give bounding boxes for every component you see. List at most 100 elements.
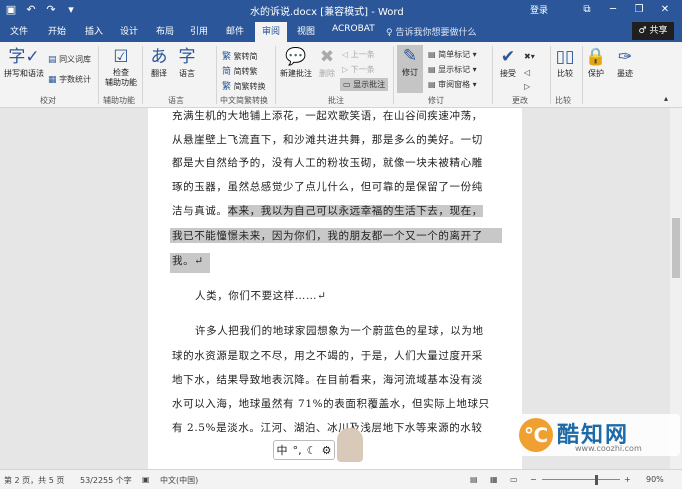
restore-icon[interactable]: ❐ xyxy=(626,0,652,20)
delete-comment-icon: ✖ xyxy=(319,47,335,67)
watermark: ℃ 酷知网 www.coozhi.com xyxy=(515,414,680,456)
tab-layout[interactable]: 布局 xyxy=(156,24,174,37)
ime-toolbar[interactable]: 中 °, ☾ ⚙ xyxy=(273,440,335,460)
protect-button[interactable]: 🔒 保护 xyxy=(585,46,607,79)
page-counter[interactable]: 第 2 页，共 5 页 xyxy=(4,475,64,486)
group-label-proofing: 校对 xyxy=(40,96,56,105)
tab-references[interactable]: 引用 xyxy=(190,24,208,37)
accept-icon: ✔ xyxy=(500,47,516,67)
web-layout-icon[interactable]: ▭ xyxy=(510,475,518,484)
collapse-ribbon-icon[interactable]: ▴ xyxy=(664,94,668,103)
document-page[interactable]: 充满生机的大地铺上添花，一起欢歌笑语，在山谷间疾速冲荡， 从悬崖壁上飞流直下，和… xyxy=(148,108,522,469)
moon-icon[interactable]: ☾ xyxy=(307,444,317,457)
minimize-icon[interactable]: ─ xyxy=(600,0,626,20)
group-label-tracking: 修订 xyxy=(428,96,444,105)
separator xyxy=(393,46,394,104)
tab-home[interactable]: 开始 xyxy=(48,24,66,37)
thesaurus-button[interactable]: ▤ 同义词库 xyxy=(48,54,91,65)
text-line: 从悬崖壁上飞流直下，和沙滩共进共舞，那是多么的美好。一切 xyxy=(172,134,483,146)
accessibility-icon: ☑ xyxy=(113,47,129,67)
separator xyxy=(275,46,276,104)
close-icon[interactable]: ✕ xyxy=(652,0,678,20)
traditional-icon: 简 xyxy=(222,67,232,77)
separator xyxy=(142,46,143,104)
tab-view[interactable]: 视图 xyxy=(297,24,315,37)
spelling-grammar-button[interactable]: 字✓ 拼写和语法 xyxy=(3,46,45,79)
next-comment-button[interactable]: ▷ 下一条 xyxy=(342,64,375,75)
tell-me-search[interactable]: ♀ 告诉我你想要做什么 xyxy=(386,25,476,38)
prev-comment-button[interactable]: ◁ 上一条 xyxy=(342,49,375,60)
customize-icon[interactable]: ▾ xyxy=(64,2,78,18)
show-comments-button[interactable]: ▭ 显示批注 xyxy=(340,78,389,91)
save-icon[interactable]: ▣ xyxy=(4,2,18,18)
thesaurus-icon: ▤ xyxy=(48,55,57,65)
review-pane-dropdown[interactable]: ▤ 审阅窗格 ▾ xyxy=(428,79,477,90)
proofing-status-icon[interactable]: ▣ xyxy=(142,475,150,484)
group-label-language: 语言 xyxy=(168,96,184,105)
zoom-out-icon[interactable]: − xyxy=(530,475,537,484)
tab-insert[interactable]: 插入 xyxy=(85,24,103,37)
read-mode-icon[interactable]: ▤ xyxy=(470,475,478,484)
group-label-changes: 更改 xyxy=(512,96,528,105)
zoom-level[interactable]: 90% xyxy=(646,475,664,484)
print-layout-icon[interactable]: ▦ xyxy=(490,475,498,484)
status-bar: 第 2 页，共 5 页 53/2255 个字 ▣ 中文(中国) ▤ ▦ ▭ − … xyxy=(0,469,682,489)
ime-punctuation-icon[interactable]: °, xyxy=(293,444,302,457)
gear-icon[interactable]: ⚙ xyxy=(322,444,332,457)
zoom-slider[interactable] xyxy=(542,479,620,480)
word-count-icon: ▦ xyxy=(48,75,57,85)
text-line: 我。↵ xyxy=(170,253,500,273)
text-line: 球的水资源是取之不尽，用之不竭的，于是，人们大量过度开采 xyxy=(172,350,483,362)
ribbon-display-icon[interactable]: ⧉ xyxy=(574,0,600,20)
word-count-button[interactable]: ▦ 字数统计 xyxy=(48,74,91,85)
ribbon-tabs: 文件 开始 插入 设计 布局 引用 邮件 审阅 视图 ACROBAT ♀ 告诉我… xyxy=(0,20,682,42)
tab-mailings[interactable]: 邮件 xyxy=(226,24,244,37)
quick-access-toolbar: ▣ ↶ ↷ ▾ xyxy=(4,2,78,18)
delete-comment-button[interactable]: ✖ 删除 xyxy=(316,46,338,79)
convert-button[interactable]: 繁 简繁转换 xyxy=(222,79,266,92)
group-label-accessibility: 辅助功能 xyxy=(103,96,135,105)
language-status[interactable]: 中文(中国) xyxy=(160,475,198,486)
redo-icon[interactable]: ↷ xyxy=(44,2,58,18)
text-line: 有 2.5%是淡水。江河、湖泊、冰川及浅层地下水等来源的水较 xyxy=(172,422,483,434)
watermark-url: www.coozhi.com xyxy=(575,444,642,453)
separator xyxy=(216,46,217,104)
track-changes-button[interactable]: ✎ 修订 xyxy=(397,45,423,93)
to-traditional-button[interactable]: 简 简转繁 xyxy=(222,64,258,77)
convert-icon: 繁 xyxy=(222,82,232,92)
ribbon-review: 字✓ 拼写和语法 ▤ 同义词库 ▦ 字数统计 校对 ☑ 检查 辅助功能 辅助功能… xyxy=(0,42,682,108)
show-markup-dropdown[interactable]: ▤ 显示标记 ▾ xyxy=(428,64,477,75)
undo-icon[interactable]: ↶ xyxy=(24,2,38,18)
text-line: 都是大自然给予的，没有人工的粉妆玉砌，就像一块未被精心雕 xyxy=(172,157,483,169)
word-counter[interactable]: 53/2255 个字 xyxy=(80,475,132,486)
text-line: 地下水，结果导致地表沉降。在目前看来，海河流域基本没有淡 xyxy=(172,374,483,386)
spelling-icon: 字✓ xyxy=(8,47,40,67)
separator xyxy=(492,46,493,104)
check-accessibility-button[interactable]: ☑ 检查 辅助功能 xyxy=(102,46,140,88)
login-link[interactable]: 登录 xyxy=(530,3,548,16)
zoom-in-icon[interactable]: + xyxy=(624,475,631,484)
ink-button[interactable]: ✑ 墨迹 xyxy=(612,46,638,79)
separator xyxy=(582,46,583,104)
share-button[interactable]: ♂ 共享 xyxy=(632,22,674,40)
to-simplified-button[interactable]: 繁 繁转简 xyxy=(222,49,258,62)
language-button[interactable]: 字 语言 xyxy=(174,46,200,79)
compare-button[interactable]: ▯▯ 比较 xyxy=(553,46,577,79)
zoom-slider-thumb[interactable] xyxy=(595,475,598,485)
watermark-logo: ℃ xyxy=(519,418,553,452)
scrollbar-thumb[interactable] xyxy=(672,218,680,278)
prev-change-icon[interactable]: ◁ xyxy=(524,68,530,77)
unselected-text: 洁与真诚。 xyxy=(172,205,228,217)
reject-icon[interactable]: ✖▾ xyxy=(524,52,535,61)
tab-file[interactable]: 文件 xyxy=(10,24,28,37)
new-comment-button[interactable]: 💬 新建批注 xyxy=(278,46,314,79)
next-change-icon[interactable]: ▷ xyxy=(524,82,530,91)
tab-acrobat[interactable]: ACROBAT xyxy=(332,24,375,34)
tab-design[interactable]: 设计 xyxy=(120,24,138,37)
translate-button[interactable]: あ 翻译 xyxy=(146,46,172,79)
accept-button[interactable]: ✔ 接受 xyxy=(496,46,520,79)
selected-text: 本来，我以为自己可以永远幸福的生活下去，现在， xyxy=(227,205,483,217)
tab-review[interactable]: 审阅 xyxy=(255,22,288,42)
ime-language[interactable]: 中 xyxy=(277,442,288,458)
simple-markup-dropdown[interactable]: ▤ 简单标记 ▾ xyxy=(428,49,477,60)
